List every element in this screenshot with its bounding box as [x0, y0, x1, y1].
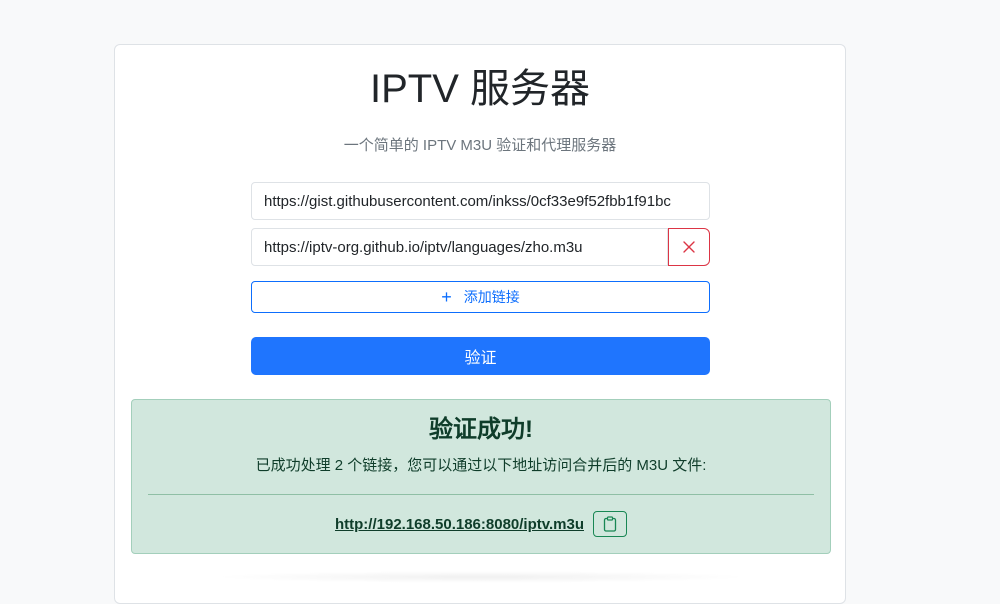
verify-label: 验证	[464, 350, 497, 367]
url-input-1[interactable]	[251, 182, 710, 220]
plus-icon: +	[441, 287, 452, 307]
success-title: 验证成功!	[429, 416, 533, 443]
verify-button[interactable]: 验证	[251, 337, 710, 375]
page-subtitle: 一个简单的 IPTV M3U 验证和代理服务器	[343, 137, 617, 154]
url-input-2[interactable]	[251, 228, 668, 266]
divider	[148, 494, 814, 495]
url-row-2	[251, 228, 710, 266]
success-alert: 验证成功! 已成功处理 2 个链接，您可以通过以下地址访问合并后的 M3U 文件…	[131, 399, 831, 554]
bottom-shadow	[211, 571, 751, 583]
success-message: 已成功处理 2 个链接，您可以通过以下地址访问合并后的 M3U 文件:	[255, 457, 707, 474]
remove-url-button[interactable]	[668, 228, 710, 266]
m3u-link[interactable]: http://192.168.50.186:8080/iptv.m3u	[335, 516, 584, 533]
result-row: http://192.168.50.186:8080/iptv.m3u	[132, 511, 830, 537]
main-card: IPTV 服务器 一个简单的 IPTV M3U 验证和代理服务器 + 添加链接 …	[114, 44, 846, 604]
add-link-label: 添加链接	[463, 289, 520, 305]
add-link-button[interactable]: + 添加链接	[251, 281, 710, 313]
page-title: IPTV 服务器	[369, 67, 591, 111]
copy-button[interactable]	[593, 511, 627, 537]
clipboard-icon	[603, 516, 617, 532]
close-icon	[683, 241, 695, 253]
url-row-1	[251, 182, 710, 220]
